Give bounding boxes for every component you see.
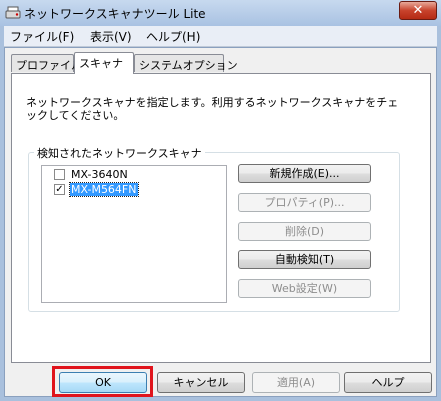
- detected-scanners-label: 検知されたネットワークスキャナ: [34, 145, 205, 161]
- scanner-description: ネットワークスキャナを指定します。利用するネットワークスキャナをチェックしてくだ…: [26, 96, 399, 122]
- cancel-button[interactable]: キャンセル: [157, 372, 245, 393]
- auto-detect-button[interactable]: 自動検知(T): [238, 250, 371, 269]
- web-settings-button[interactable]: Web設定(W): [238, 279, 371, 298]
- new-button[interactable]: 新規作成(E)...: [238, 164, 371, 183]
- tab-profile[interactable]: プロファイル: [11, 54, 82, 72]
- window-title: ネットワークスキャナツール Lite: [24, 7, 206, 21]
- close-button[interactable]: ✕: [399, 1, 437, 20]
- scanner-name: MX-3640N: [71, 168, 128, 181]
- tab-system-options[interactable]: システムオプション: [134, 54, 238, 72]
- menu-help[interactable]: ヘルプ(H): [146, 28, 200, 45]
- properties-button[interactable]: プロパティ(P)...: [238, 193, 371, 212]
- scanner-app-icon: [5, 6, 21, 19]
- apply-button[interactable]: 適用(A): [252, 372, 340, 393]
- scanner-list[interactable]: MX-3640N ✓ MX-M564FN: [41, 165, 227, 303]
- tab-scanner[interactable]: スキャナ: [74, 52, 134, 74]
- help-button[interactable]: ヘルプ: [344, 372, 432, 393]
- menu-file[interactable]: ファイル(F): [10, 28, 74, 45]
- title-bar: ネットワークスキャナツール Lite ✕: [0, 0, 441, 26]
- scanner-name: MX-M564FN: [69, 182, 139, 197]
- ok-highlight-box: [52, 366, 153, 397]
- scanner-checkbox[interactable]: [54, 169, 65, 180]
- scanner-checkbox[interactable]: ✓: [54, 184, 65, 195]
- menu-view[interactable]: 表示(V): [90, 28, 132, 45]
- delete-button[interactable]: 削除(D): [238, 222, 371, 241]
- menu-bar: ファイル(F) 表示(V) ヘルプ(H): [4, 26, 437, 47]
- app-window: ネットワークスキャナツール Lite ✕ ファイル(F) 表示(V) ヘルプ(H…: [0, 0, 441, 401]
